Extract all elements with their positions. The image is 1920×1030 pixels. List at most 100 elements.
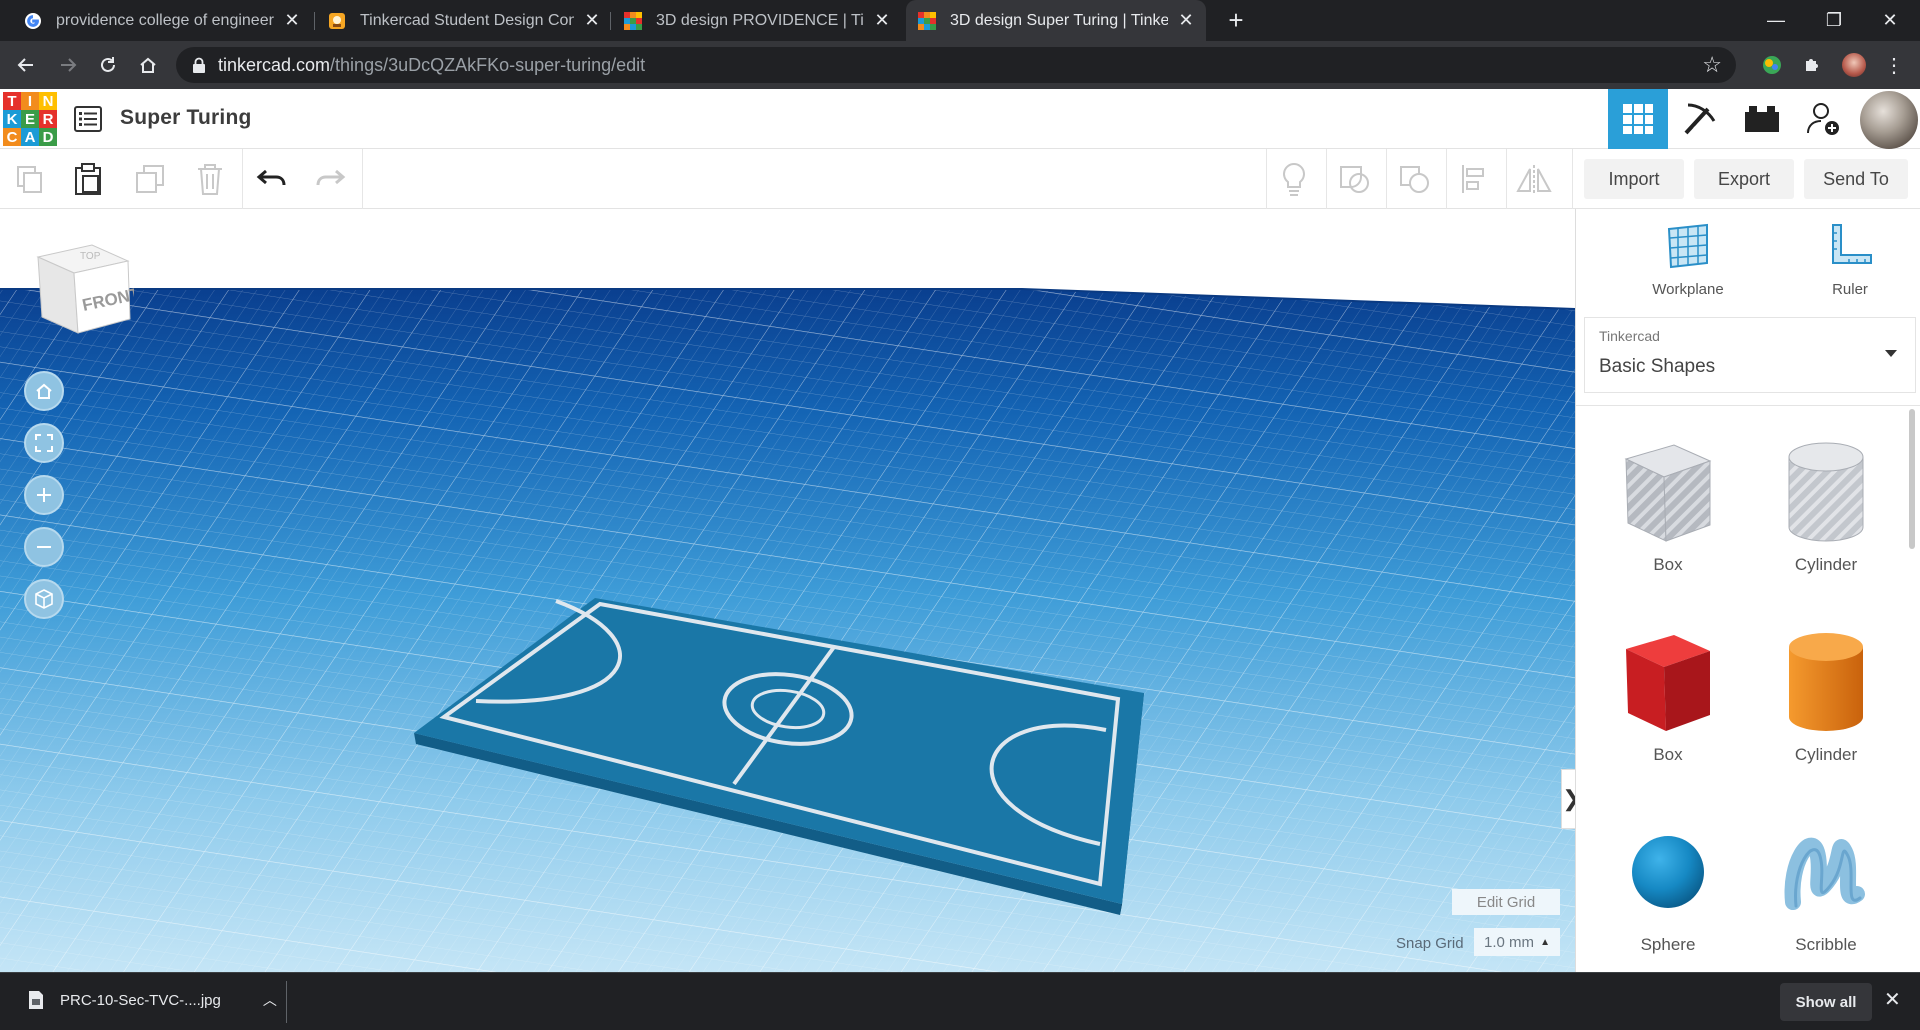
- shape-box-striped[interactable]: Box: [1598, 437, 1738, 575]
- shape-cylinder-orange[interactable]: Cylinder: [1756, 627, 1896, 765]
- paste-button[interactable]: [66, 157, 110, 201]
- duplicate-button[interactable]: [128, 157, 172, 201]
- new-tab-icon[interactable]: +: [1222, 6, 1250, 34]
- ruler-label: Ruler: [1832, 281, 1868, 298]
- 3d-view-mode-button[interactable]: [1608, 89, 1668, 149]
- collapse-panel-button[interactable]: ❯: [1561, 769, 1575, 829]
- panel-scrollbar[interactable]: [1909, 409, 1915, 549]
- close-download-bar-icon[interactable]: ✕: [1884, 987, 1901, 1012]
- bookmark-star-icon[interactable]: ☆: [1702, 52, 1722, 78]
- close-tab-icon[interactable]: ✕: [874, 10, 890, 31]
- align-icon: [1462, 165, 1484, 193]
- design-list-icon[interactable]: [74, 106, 102, 132]
- pickaxe-icon: [1684, 103, 1716, 135]
- view-cube[interactable]: TOP FRONT: [30, 239, 134, 343]
- align-button[interactable]: [1452, 157, 1496, 201]
- profile-avatar[interactable]: [1842, 53, 1866, 77]
- ungroup-button[interactable]: [1392, 157, 1436, 201]
- shape-sphere-blue[interactable]: Sphere: [1598, 817, 1738, 955]
- edit-grid-button[interactable]: Edit Grid: [1452, 889, 1560, 915]
- url-text: tinkercad.com/things/3uDcQZAkFKo-super-t…: [218, 55, 646, 75]
- logo-letter: N: [39, 92, 57, 110]
- close-tab-icon[interactable]: ✕: [584, 10, 600, 31]
- logo-letter: I: [21, 92, 39, 110]
- ungroup-icon: [1400, 166, 1429, 193]
- import-button[interactable]: Import: [1584, 159, 1684, 199]
- workplane-label: Workplane: [1652, 281, 1724, 298]
- home-icon[interactable]: [134, 51, 162, 79]
- send-to-button[interactable]: Send To: [1804, 159, 1908, 199]
- cube-icon: [35, 589, 53, 609]
- user-avatar[interactable]: [1860, 91, 1918, 149]
- blocks-mode-button[interactable]: [1670, 89, 1730, 149]
- workplane-icon: [1667, 223, 1708, 269]
- undo-icon: [256, 169, 286, 186]
- workplane-scene[interactable]: [0, 209, 1575, 972]
- browser-tab-1[interactable]: providence college of engineering ✕: [12, 0, 312, 41]
- download-file-name: PRC-10-Sec-TVC-....jpg: [60, 991, 221, 1009]
- cylinder-shape-icon: [1788, 442, 1864, 542]
- address-bar[interactable]: tinkercad.com/things/3uDcQZAkFKo-super-t…: [176, 47, 1736, 83]
- extensions-puzzle-icon[interactable]: [1800, 53, 1824, 77]
- home-icon: [36, 383, 52, 399]
- toolbar-separator: [362, 149, 363, 209]
- download-item[interactable]: PRC-10-Sec-TVC-....jpg ︿: [28, 990, 277, 1010]
- download-bar: PRC-10-Sec-TVC-....jpg ︿ Show all ✕: [0, 972, 1920, 1030]
- reload-icon[interactable]: [94, 51, 122, 79]
- shape-box-red[interactable]: Box: [1598, 627, 1738, 765]
- close-tab-icon[interactable]: ✕: [284, 10, 300, 31]
- logo-letter: D: [39, 128, 57, 146]
- show-all-button[interactable]: Show all: [1780, 983, 1872, 1021]
- browser-tab-3[interactable]: 3D design PROVIDENCE | Tinkercad ✕: [612, 0, 902, 41]
- extension-globe-icon[interactable]: [1760, 53, 1784, 77]
- browser-tab-2[interactable]: Tinkercad Student Design Contest ✕: [316, 0, 612, 41]
- shape-library-dropdown[interactable]: Tinkercad Basic Shapes: [1584, 317, 1916, 393]
- shape-label: Box: [1653, 745, 1683, 764]
- cylinder-shape-icon: [1789, 633, 1863, 731]
- restore-icon[interactable]: ❐: [1806, 0, 1862, 41]
- tinkercad-logo[interactable]: TIN KER CAD: [3, 92, 57, 146]
- toolbar-separator: [1506, 149, 1507, 209]
- mirror-icon: [1516, 165, 1552, 193]
- notes-button[interactable]: [1272, 157, 1316, 201]
- back-icon[interactable]: [12, 51, 40, 79]
- delete-button[interactable]: [188, 157, 232, 201]
- zoom-out-button[interactable]: [24, 527, 64, 567]
- shape-cylinder-striped[interactable]: Cylinder: [1756, 437, 1896, 575]
- export-button[interactable]: Export: [1694, 159, 1794, 199]
- forward-icon[interactable]: [54, 51, 82, 79]
- add-user-button[interactable]: [1794, 89, 1854, 149]
- zoom-in-button[interactable]: [24, 475, 64, 515]
- brick-icon: [1745, 106, 1779, 132]
- home-view-button[interactable]: [24, 371, 64, 411]
- tinkercad-icon: [918, 11, 936, 30]
- scribble-shape-icon: [1784, 837, 1865, 910]
- design-title[interactable]: Super Turing: [120, 106, 252, 130]
- group-button[interactable]: [1332, 157, 1376, 201]
- bricks-mode-button[interactable]: [1732, 89, 1792, 149]
- shapes-panel: Workplane Ruler Tinkercad Basic Shapes B…: [1575, 209, 1920, 972]
- close-window-icon[interactable]: ✕: [1862, 0, 1918, 41]
- minimize-icon[interactable]: —: [1748, 0, 1804, 41]
- browser-tab-4-active[interactable]: 3D design Super Turing | Tinkercad ✕: [906, 0, 1206, 41]
- mirror-button[interactable]: [1512, 157, 1556, 201]
- close-tab-icon[interactable]: ✕: [1178, 10, 1194, 31]
- tab-separator: [610, 12, 611, 30]
- shape-scribble[interactable]: Scribble: [1756, 817, 1896, 955]
- trash-icon: [198, 164, 222, 195]
- fit-view-button[interactable]: [24, 423, 64, 463]
- redo-button[interactable]: [308, 157, 352, 201]
- workplane-tool[interactable]: Workplane: [1628, 223, 1748, 298]
- snap-grid-select[interactable]: 1.0 mm ▲: [1474, 928, 1560, 956]
- 3d-workspace[interactable]: TOP FRONT Edit Grid Snap Grid 1.0 mm ▲ ❯: [0, 209, 1575, 972]
- download-separator: [286, 981, 287, 1023]
- undo-button[interactable]: [250, 157, 294, 201]
- copy-button[interactable]: [8, 157, 52, 201]
- toolbar-separator: [1266, 149, 1267, 209]
- chevron-up-icon[interactable]: ︿: [263, 990, 277, 1010]
- ruler-tool[interactable]: Ruler: [1790, 223, 1910, 298]
- perspective-button[interactable]: [24, 579, 64, 619]
- tinkercad-contest-icon: [329, 12, 345, 29]
- browser-menu-icon[interactable]: ⋮: [1880, 51, 1908, 79]
- library-name: Basic Shapes: [1599, 356, 1716, 377]
